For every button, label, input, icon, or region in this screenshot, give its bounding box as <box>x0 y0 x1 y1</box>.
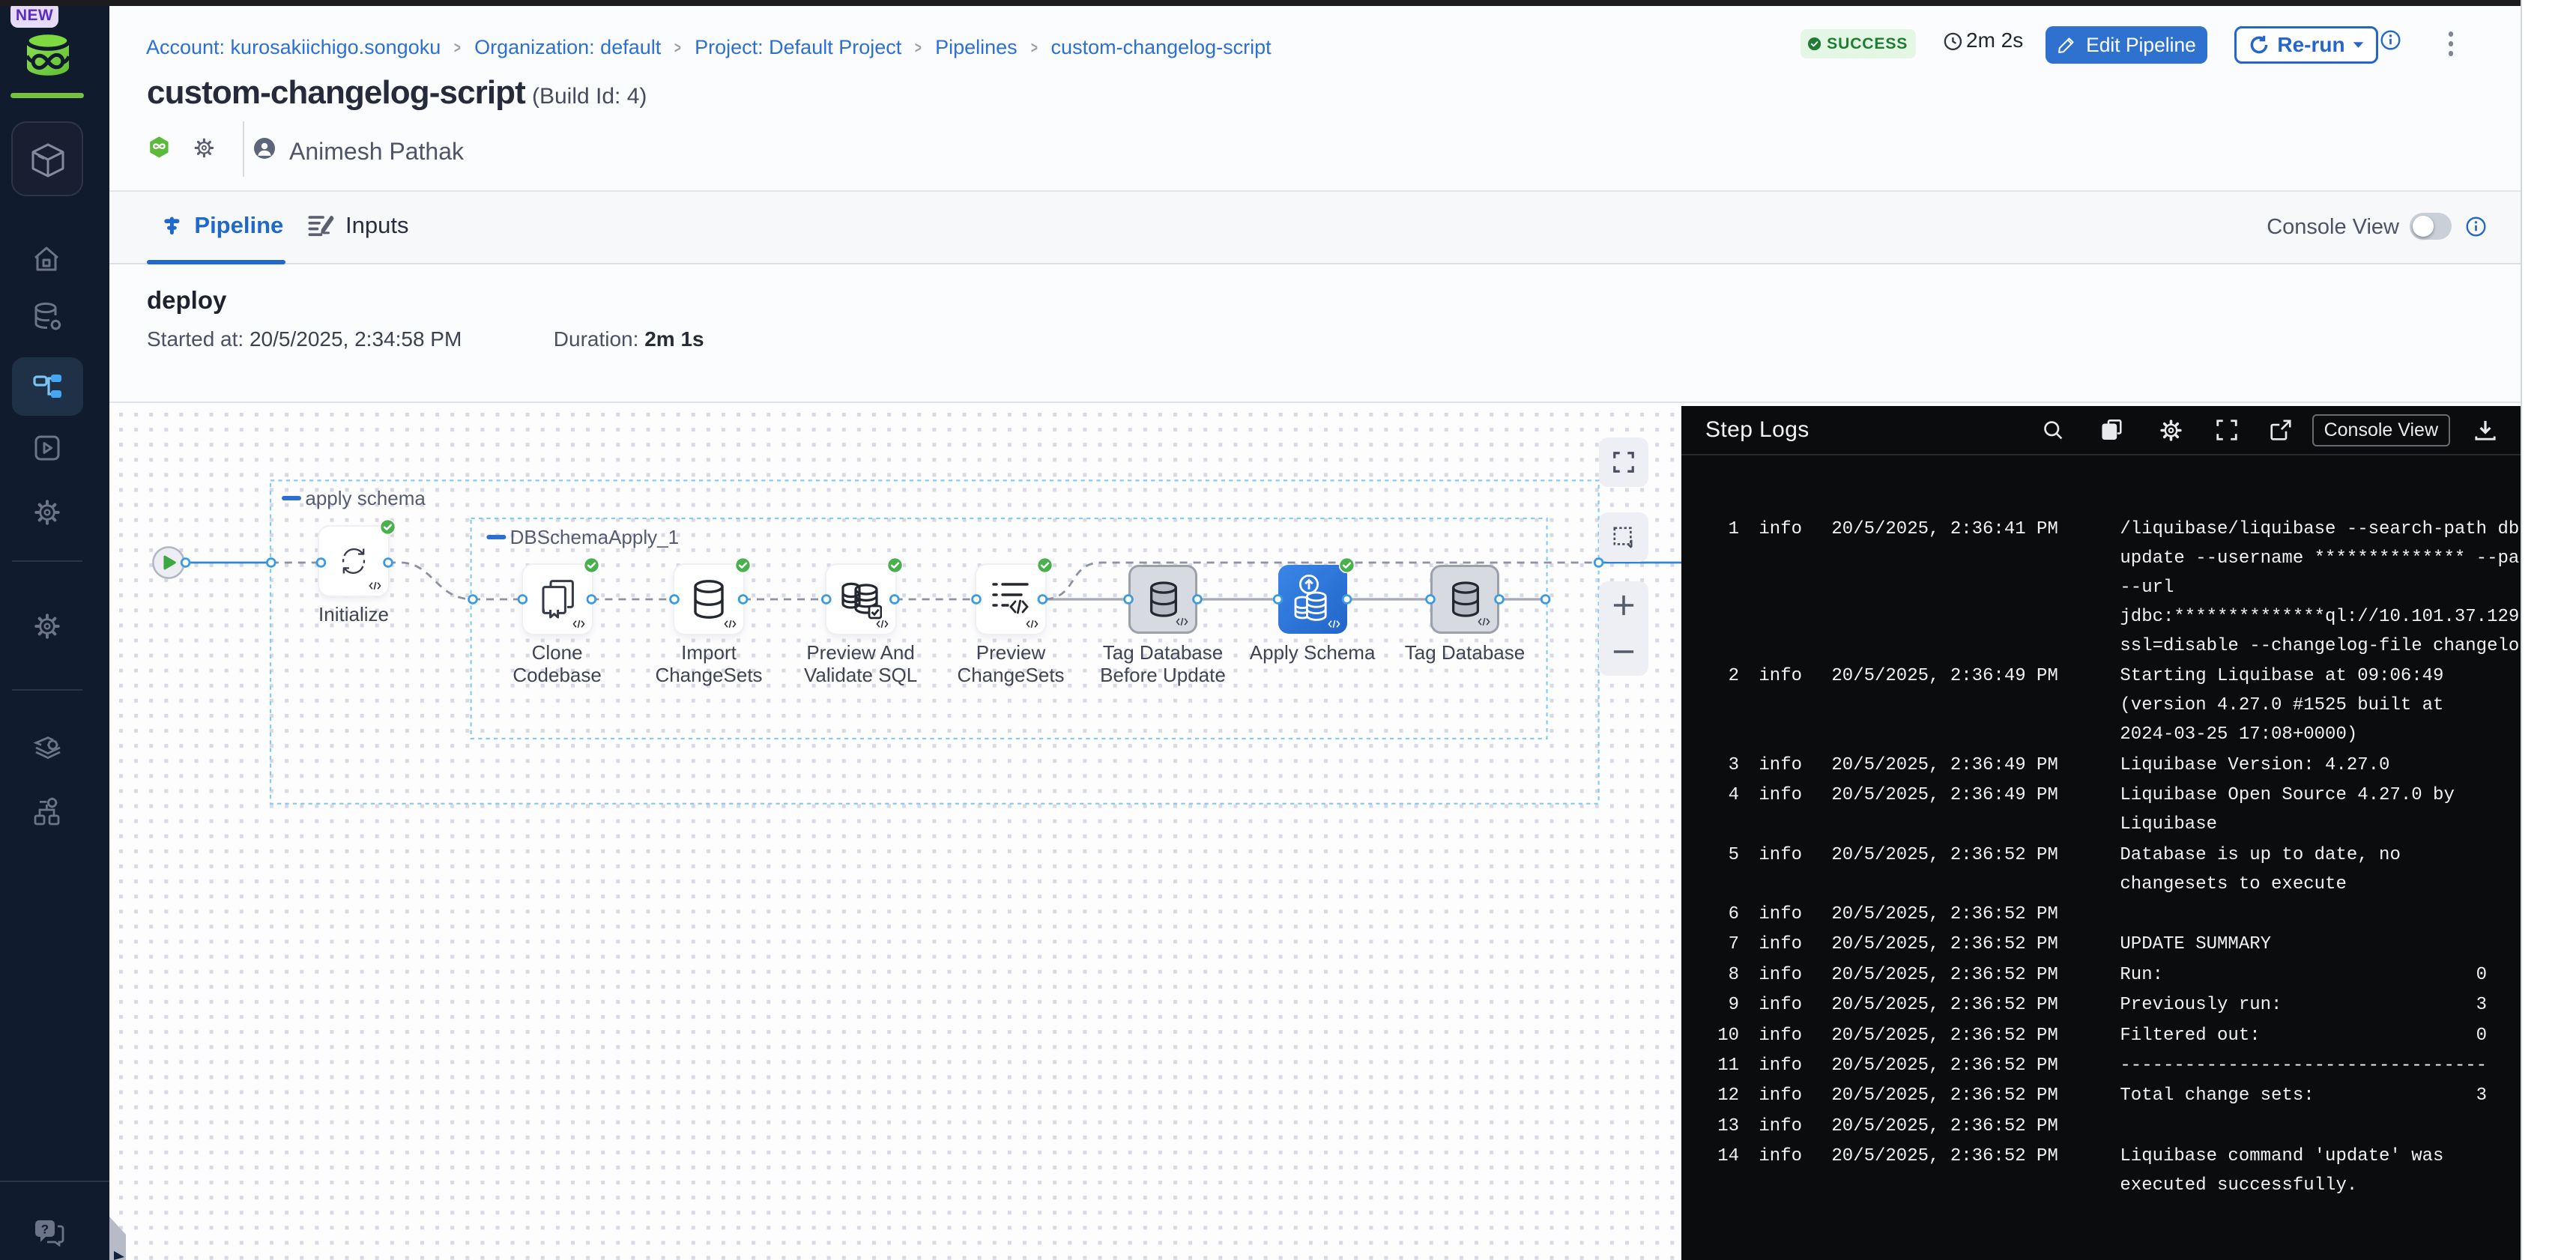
svg-text:?: ? <box>41 1223 49 1237</box>
svg-text:DBSchemaApply_1: DBSchemaApply_1 <box>510 526 679 548</box>
svg-text:apply schema: apply schema <box>305 487 426 509</box>
